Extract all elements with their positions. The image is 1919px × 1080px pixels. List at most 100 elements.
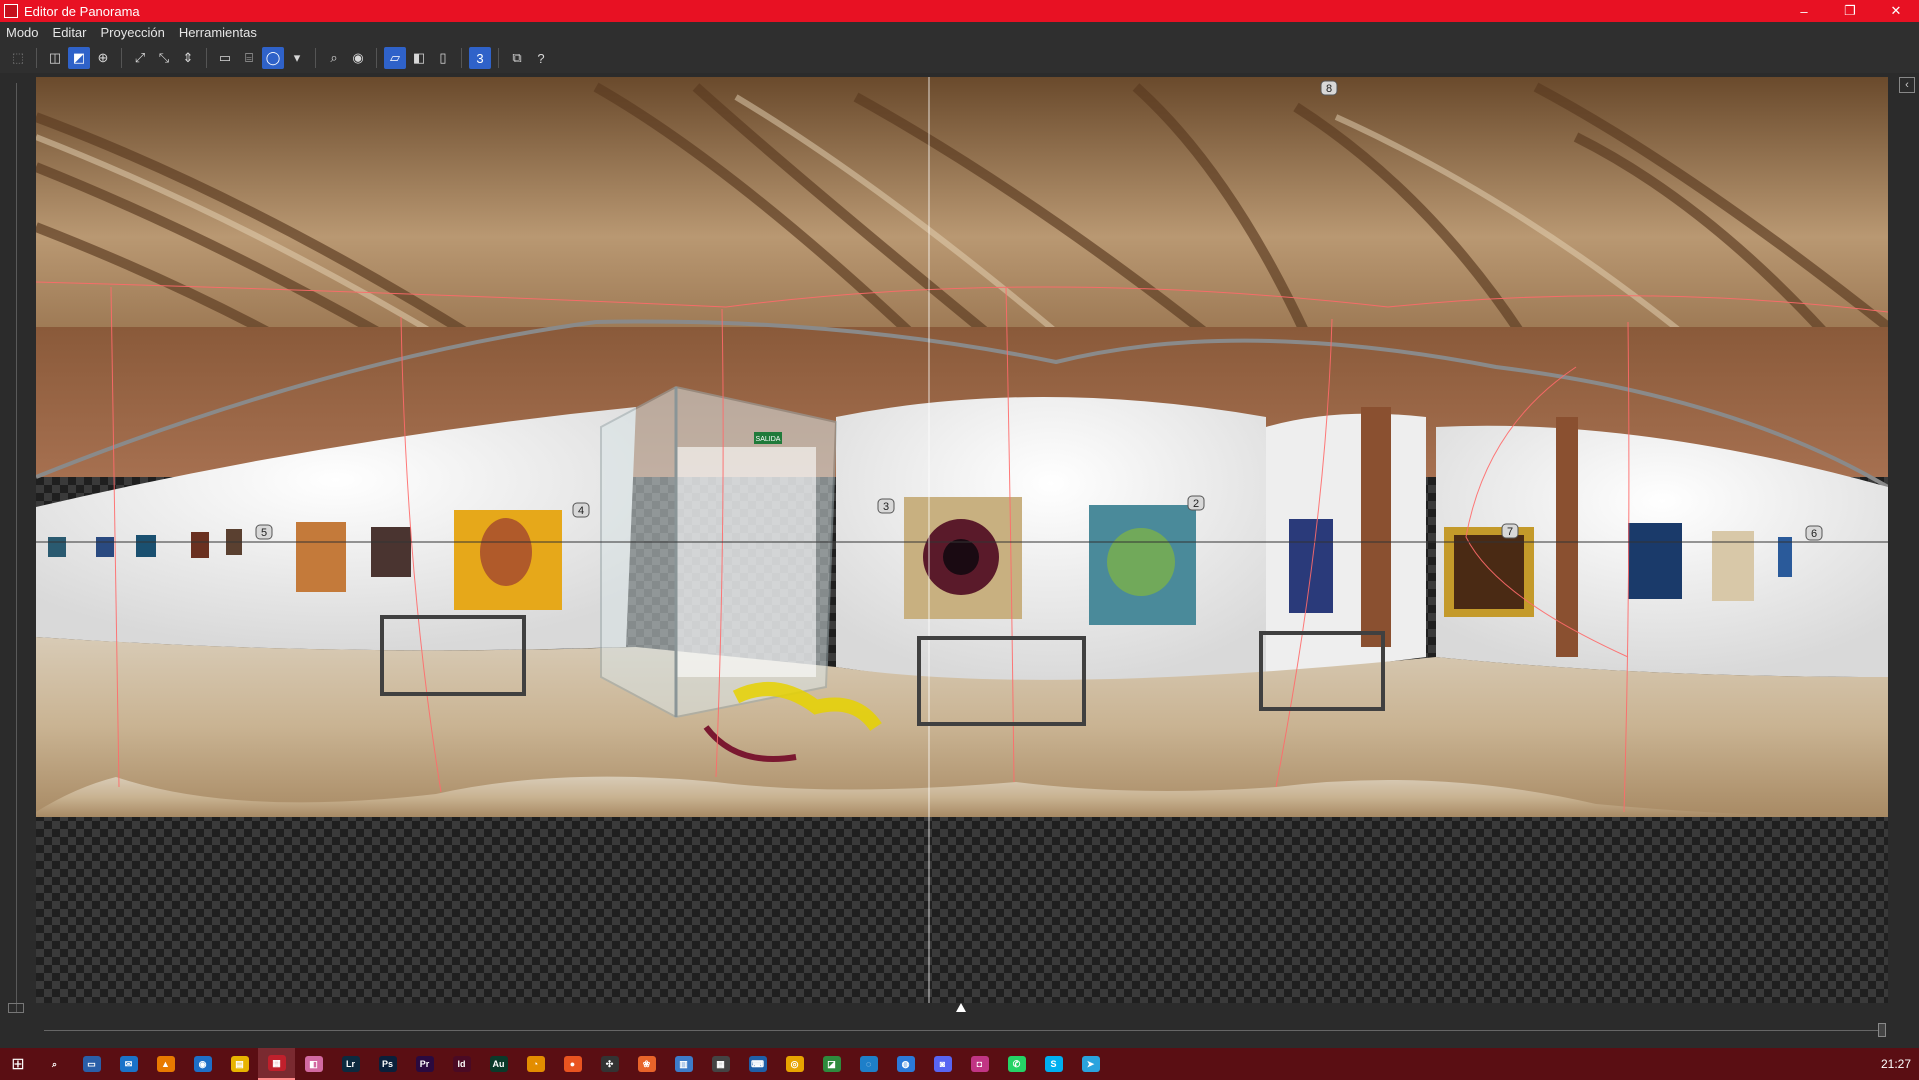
menu-editar[interactable]: Editar (47, 25, 95, 40)
sphere-icon[interactable]: ◯ (262, 47, 284, 69)
toolbar-separator (121, 48, 122, 68)
slider-handle[interactable] (1878, 1023, 1886, 1037)
align-center-icon[interactable]: ⇕ (177, 47, 199, 69)
toolbar-separator (461, 48, 462, 68)
sync-icon[interactable]: ◔ (517, 1048, 554, 1080)
desktop-icon[interactable]: ▭ (73, 1048, 110, 1080)
instagram-icon[interactable]: ◘ (961, 1048, 998, 1080)
indesign-icon[interactable]: Id (443, 1048, 480, 1080)
app-icon (4, 4, 18, 18)
windows-start-icon[interactable]: ⊞ (0, 1048, 36, 1080)
edge-icon[interactable]: ◌ (850, 1048, 887, 1080)
ruler-line (16, 83, 17, 1013)
maximize-button[interactable]: ❐ (1827, 0, 1873, 22)
explorer-icon[interactable]: ▤ (221, 1048, 258, 1080)
photoshop-icon[interactable]: Ps (369, 1048, 406, 1080)
taskbar: ⊞ ⌕ ▭ ✉ ▲ ◉ ▤ ▦ ◧ Lr Ps Pr Id Au ◔ ● ✣ ❀ ▥ ▦ ⌨ ◎ ◪ ◌ ◍ ◙ ◘ ✆ S ➤ 21:2… (0, 1048, 1919, 1080)
svg-text:7: 7 (1507, 526, 1513, 538)
brick-pillar (1361, 407, 1391, 647)
document-icon[interactable]: ▥ (665, 1048, 702, 1080)
center-marker-icon[interactable] (956, 1003, 966, 1012)
chrome-icon[interactable]: ◎ (776, 1048, 813, 1080)
menu-bar: Modo Editar Proyección Herramientas (0, 22, 1919, 43)
lightroom-icon[interactable]: Lr (332, 1048, 369, 1080)
toolbar-separator (315, 48, 316, 68)
right-panel: ‹ (1888, 73, 1919, 1015)
title-bar: Editor de Panorama – ❐ ✕ (0, 0, 1919, 22)
zoom-icon[interactable]: ⌕ (323, 47, 345, 69)
chat-icon[interactable]: ◍ (887, 1048, 924, 1080)
menu-proyeccion[interactable]: Proyección (95, 25, 173, 40)
marker-7[interactable]: 7 (1501, 523, 1519, 539)
minimize-button[interactable]: – (1781, 0, 1827, 22)
ubuntu-icon[interactable]: ● (554, 1048, 591, 1080)
menu-modo[interactable]: Modo (0, 25, 47, 40)
glass-booth: SALIDA (600, 385, 838, 719)
view-mirror-icon[interactable]: ▯ (432, 47, 454, 69)
panorama-app-icon[interactable]: ▦ (258, 1048, 295, 1080)
toolbar-separator (498, 48, 499, 68)
svg-text:SALIDA: SALIDA (756, 436, 781, 443)
crosshair-icon[interactable]: ⊕ (92, 47, 114, 69)
svg-text:3: 3 (883, 501, 889, 513)
panorama-canvas[interactable]: SALIDA 8 5 4 3 2 7 6 (36, 77, 1888, 1003)
svg-text:2: 2 (1193, 498, 1199, 510)
brick-pillar (1556, 417, 1578, 657)
cylinder-icon[interactable]: ⌸ (238, 47, 260, 69)
toolbar: ⬚ ◫ ◩ ⊕ ⤢ ⤡ ⇕ ▭ ⌸ ◯ ▾ ⌕ ◉ ▱ ◧ ▯ 3 ⧉ ? (0, 43, 1919, 73)
overlay-icon[interactable]: ⧉ (506, 47, 528, 69)
mail-icon[interactable]: ✉ (110, 1048, 147, 1080)
marker-8[interactable]: 8 (1320, 80, 1338, 96)
telegram-icon[interactable]: ➤ (1072, 1048, 1109, 1080)
left-ruler (0, 73, 36, 1015)
fox-icon[interactable]: ❀ (628, 1048, 665, 1080)
marker-3[interactable]: 3 (877, 498, 895, 514)
maps-icon[interactable]: ◪ (813, 1048, 850, 1080)
audition-icon[interactable]: Au (480, 1048, 517, 1080)
search-icon[interactable]: ⌕ (36, 1048, 73, 1080)
svg-text:4: 4 (578, 505, 584, 517)
view-split-icon[interactable]: ◧ (408, 47, 430, 69)
taskbar-clock: 21:27 (1880, 1057, 1911, 1071)
ruler-handle[interactable] (8, 1003, 24, 1013)
bottom-slider-area (36, 1003, 1888, 1048)
collapse-panel-icon[interactable]: ‹ (1899, 77, 1915, 93)
whatsapp-icon[interactable]: ✆ (998, 1048, 1035, 1080)
vlc-icon[interactable]: ▲ (147, 1048, 184, 1080)
expand-icon[interactable]: ⤢ (129, 47, 151, 69)
toolbar-separator (206, 48, 207, 68)
menu-herramientas[interactable]: Herramientas (173, 25, 265, 40)
marker-5[interactable]: 5 (255, 524, 273, 540)
window-title: Editor de Panorama (24, 3, 140, 19)
help-icon[interactable]: ? (530, 47, 552, 69)
marker-2[interactable]: 2 (1187, 495, 1205, 511)
discord-icon[interactable]: ◙ (924, 1048, 961, 1080)
view-single-icon[interactable]: ▱ (384, 47, 406, 69)
photos-icon[interactable]: ◧ (295, 1048, 332, 1080)
wall-center (836, 397, 1266, 685)
svg-text:5: 5 (261, 527, 267, 539)
panorama-image: SALIDA 8 5 4 3 2 7 6 (36, 77, 1888, 1003)
calculator-icon[interactable]: ▦ (702, 1048, 739, 1080)
network-icon[interactable]: ◉ (184, 1048, 221, 1080)
select-icon[interactable]: ⬚ (7, 47, 29, 69)
skype-icon[interactable]: S (1035, 1048, 1072, 1080)
rectangle-icon[interactable]: ▭ (214, 47, 236, 69)
horizontal-slider[interactable] (44, 1030, 1884, 1031)
count-badge-icon[interactable]: 3 (469, 47, 491, 69)
compress-icon[interactable]: ⤡ (153, 47, 175, 69)
svg-text:6: 6 (1811, 528, 1817, 540)
layers-icon[interactable]: ◫ (44, 47, 66, 69)
premiere-icon[interactable]: Pr (406, 1048, 443, 1080)
svg-text:8: 8 (1326, 83, 1332, 95)
toolbar-separator (36, 48, 37, 68)
marker-4[interactable]: 4 (572, 502, 590, 518)
toolbar-separator (376, 48, 377, 68)
marker-6[interactable]: 6 (1805, 525, 1823, 541)
warp-icon[interactable]: ◩ (68, 47, 90, 69)
dropdown-arrow-icon[interactable]: ▾ (286, 47, 308, 69)
close-button[interactable]: ✕ (1873, 0, 1919, 22)
keyboard-icon[interactable]: ⌨ (739, 1048, 776, 1080)
davinci-icon[interactable]: ✣ (591, 1048, 628, 1080)
eye-icon[interactable]: ◉ (347, 47, 369, 69)
